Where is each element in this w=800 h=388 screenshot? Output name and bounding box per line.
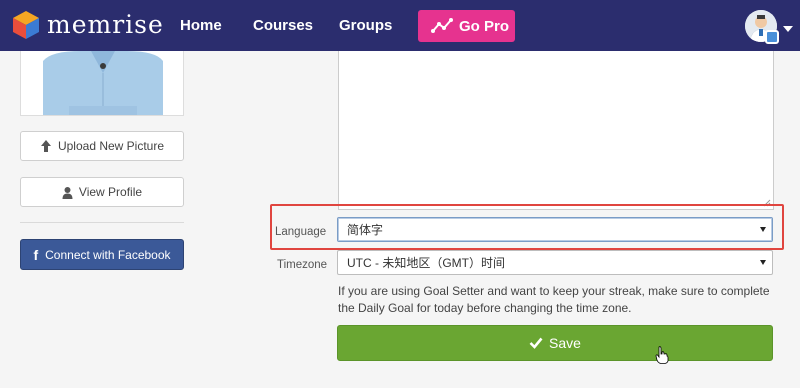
chevron-down-icon [760,227,766,232]
memrise-logo-icon[interactable] [12,10,40,40]
profile-photo [20,51,184,116]
user-icon [62,186,73,199]
timezone-select[interactable]: UTC - 未知地区（GMT）时间 [337,250,773,275]
profile-photo-image [21,51,183,115]
timezone-label: Timezone [277,259,328,271]
language-label: Language [275,226,327,238]
go-pro-button[interactable]: Go Pro [418,10,515,42]
timezone-value: UTC - 未知地区（GMT）时间 [347,256,505,270]
nav-groups[interactable]: Groups [339,16,392,36]
caret-down-icon[interactable] [783,26,793,32]
trend-chart-icon [431,18,453,33]
connect-facebook-label: Connect with Facebook [45,247,171,262]
sidebar-divider [20,222,184,223]
connect-facebook-button[interactable]: f Connect with Facebook [20,239,184,270]
save-button[interactable]: Save [337,325,773,361]
brand-name[interactable]: memrise [47,9,164,41]
nav-home[interactable]: Home [180,16,222,36]
language-select[interactable]: 简体字 [337,217,773,242]
save-label: Save [549,335,581,351]
nav-courses[interactable]: Courses [253,16,313,36]
check-icon [529,337,543,349]
upload-arrow-icon [40,140,51,152]
chevron-down-icon [760,260,766,265]
upload-picture-label: Upload New Picture [57,139,165,153]
bio-textarea[interactable] [338,51,774,210]
upload-picture-button[interactable]: Upload New Picture [20,131,184,161]
view-profile-label: View Profile [78,185,143,199]
avatar-badge-icon [765,30,779,44]
go-pro-label: Go Pro [459,17,510,35]
language-value: 简体字 [347,223,384,237]
hand-pointer-icon [655,346,669,364]
view-profile-button[interactable]: View Profile [20,177,184,207]
user-avatar-menu[interactable] [745,10,779,44]
goal-setter-help-text: If you are using Goal Setter and want to… [338,284,770,315]
facebook-icon: f [33,246,39,263]
top-nav-bar: memrise Home Courses Groups Go Pro [0,0,800,51]
